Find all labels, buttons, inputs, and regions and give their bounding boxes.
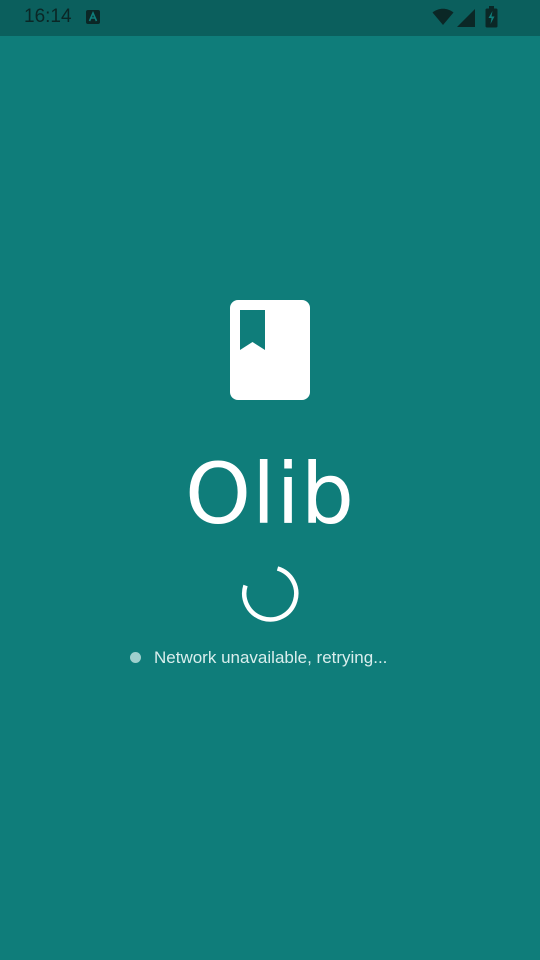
status-bar: 16:14 xyxy=(0,0,540,36)
bookmark-book-icon xyxy=(230,300,310,400)
splash-screen: 16:14 Olib Network unavailable, retrying… xyxy=(0,0,540,960)
app-title: Olib xyxy=(184,445,356,543)
wifi-icon xyxy=(432,8,454,25)
battery-charging-icon xyxy=(485,6,498,28)
network-status: Network unavailable, retrying... xyxy=(0,647,540,671)
android-notification-icon xyxy=(86,10,100,24)
status-message: Network unavailable, retrying... xyxy=(154,648,388,667)
status-time: 16:14 xyxy=(24,6,72,27)
signal-icon xyxy=(457,9,475,27)
status-dot-icon xyxy=(130,652,141,663)
spinner-icon xyxy=(242,566,299,622)
